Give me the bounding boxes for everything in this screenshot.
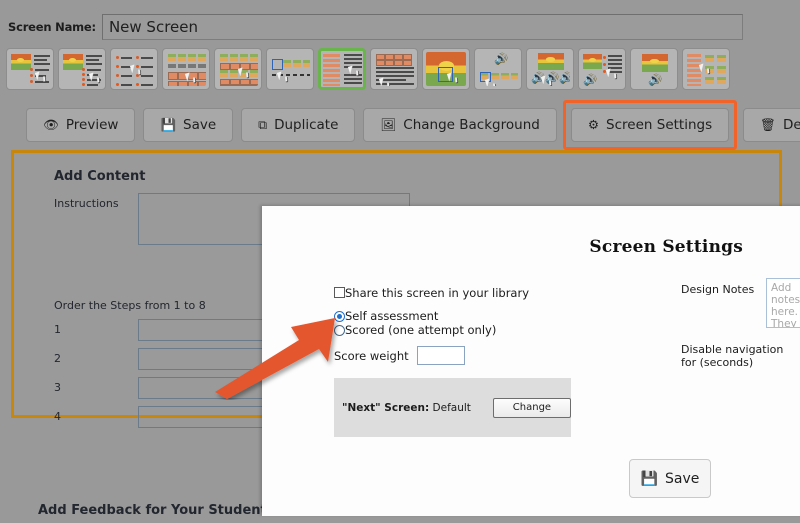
template-thumb [10,52,50,86]
self-assessment-row[interactable]: Self assessment [334,309,496,323]
template-item-audio-with-tiles[interactable]: 🔊 [474,48,522,90]
template-thumb: 🔊 [634,52,674,86]
screen-name-row: Screen Name: New Screen [0,12,800,42]
template-thumb: 🔊 [582,52,622,86]
save-button-label: Save [183,117,217,133]
scored-label: Scored (one attempt only) [345,323,497,337]
template-item-text-lines-list[interactable] [370,48,418,90]
floppy-disk-icon: 💾 [160,116,177,132]
copy-icon: ⧉ [258,116,268,132]
template-item-image-grid-match[interactable] [214,48,262,90]
save-button[interactable]: 💾 Save [143,108,234,142]
score-weight-label: Score weight [334,348,409,363]
template-item-hotspot-on-image[interactable] [422,48,470,90]
screen-name-label: Screen Name: [8,20,96,34]
next-screen-prefix: "Next" Screen: [342,401,430,414]
share-screen-label: Share this screen in your library [345,286,530,300]
screen-settings-button[interactable]: ⚙ Screen Settings [570,108,730,142]
template-item-two-column-ordering[interactable] [318,48,366,90]
speaker-icon: 🔊 [494,53,508,65]
self-assessment-label: Self assessment [345,309,439,323]
design-notes-label: Design Notes [681,283,755,296]
template-thumb [166,52,206,86]
cursor-icon [484,78,493,86]
preview-button-label: Preview [65,117,119,133]
template-thumb [686,52,726,86]
action-button-bar: 👁 Preview 💾 Save ⧉ Duplicate 🖼 Change Ba… [26,100,800,150]
template-item-grid-tiles-click[interactable] [162,48,210,90]
modal-save-label: Save [665,470,700,487]
self-assessment-radio[interactable] [334,310,345,322]
highlight-box [272,59,283,70]
cursor-icon [698,63,707,73]
image-icon: 🖼 [380,116,397,132]
speaker-icon: 🔊 [583,74,597,86]
duplicate-button-label: Duplicate [274,117,339,133]
delete-button[interactable]: 🗑 Delete [743,108,800,142]
instructions-label: Instructions [54,197,119,210]
next-screen-text: "Next" Screen: Default [342,402,471,414]
speaker-icon: 🔊 [559,72,570,84]
template-item-list-to-grid-match[interactable] [682,48,730,90]
delete-button-label: Delete [783,117,800,133]
design-notes-textarea[interactable]: Add notes here. They are searchable. [766,278,800,328]
template-thumb [426,52,466,86]
screen-name-input[interactable]: New Screen [101,14,743,40]
template-item-image-and-text-click[interactable] [6,48,54,90]
screen-settings-modal: Screen Settings Share this screen in you… [262,206,800,516]
next-screen-value: Default [432,401,471,414]
scored-row[interactable]: Scored (one attempt only) [334,323,496,337]
gear-icon: ⚙ [587,116,600,132]
template-thumb [374,52,414,86]
template-thumb [114,52,154,86]
change-background-button[interactable]: 🖼 Change Background [363,108,557,142]
template-thumb [322,52,362,86]
template-item-drag-tiles-sequence[interactable] [266,48,314,90]
cursor-icon [276,71,285,81]
preview-button[interactable]: 👁 Preview [26,108,136,142]
scored-radio[interactable] [334,324,345,336]
add-feedback-heading: Add Feedback for Your Students [38,503,275,518]
step-number: 4 [54,410,61,423]
template-thumb [62,52,102,86]
speaker-icon: 🔊 [648,74,662,86]
screen-editor-window: Screen Name: New Screen 🔊 🔊 🔊 🔊 🔊 🔊 👁 Pr… [0,0,800,523]
template-item-two-column-text-match[interactable] [110,48,158,90]
template-thumb: 🔊 🔊 🔊 [530,52,570,86]
floppy-disk-icon: 💾 [640,470,659,487]
change-background-button-label: Change Background [403,117,540,133]
change-next-screen-button[interactable]: Change [492,397,571,418]
step-number: 2 [54,352,61,365]
assessment-mode-group: Self assessment Scored (one attempt only… [334,309,496,337]
order-steps-label: Order the Steps from 1 to 8 [54,299,206,312]
disable-navigation-label: Disable navigation for (seconds) [681,343,784,369]
duplicate-button[interactable]: ⧉ Duplicate [241,108,356,142]
template-thumb [218,52,258,86]
score-weight-input[interactable] [416,346,465,365]
template-thumb: 🔊 [478,52,518,86]
template-item-image-with-audio[interactable]: 🔊 [630,48,678,90]
step-number: 3 [54,381,61,394]
trash-icon: 🗑 [760,116,776,132]
design-notes-placeholder: Add notes here. They are searchable. [771,282,800,328]
share-screen-checkbox[interactable] [334,287,345,298]
template-strip: 🔊 🔊 🔊 🔊 🔊 🔊 [6,48,730,90]
score-weight-row: Score weight [334,346,465,365]
screen-settings-button-label: Screen Settings [606,117,713,133]
cursor-icon [605,68,614,78]
eye-icon: 👁 [43,116,59,132]
screen-settings-highlight: ⚙ Screen Settings [562,100,738,150]
modal-title: Screen Settings [589,237,743,257]
share-screen-checkbox-row[interactable]: Share this screen in your library [334,286,529,300]
template-thumb [270,52,310,86]
next-screen-panel: "Next" Screen: Default Change [334,378,571,437]
add-content-heading: Add Content [54,169,146,184]
modal-save-button[interactable]: 💾 Save [629,459,711,498]
template-item-image-audio-text-list[interactable]: 🔊 [578,48,626,90]
step-number: 1 [54,323,61,336]
template-item-image-and-text-list-click[interactable] [58,48,106,90]
template-item-image-with-multiple-audio[interactable]: 🔊 🔊 🔊 [526,48,574,90]
cursor-icon [34,71,43,81]
